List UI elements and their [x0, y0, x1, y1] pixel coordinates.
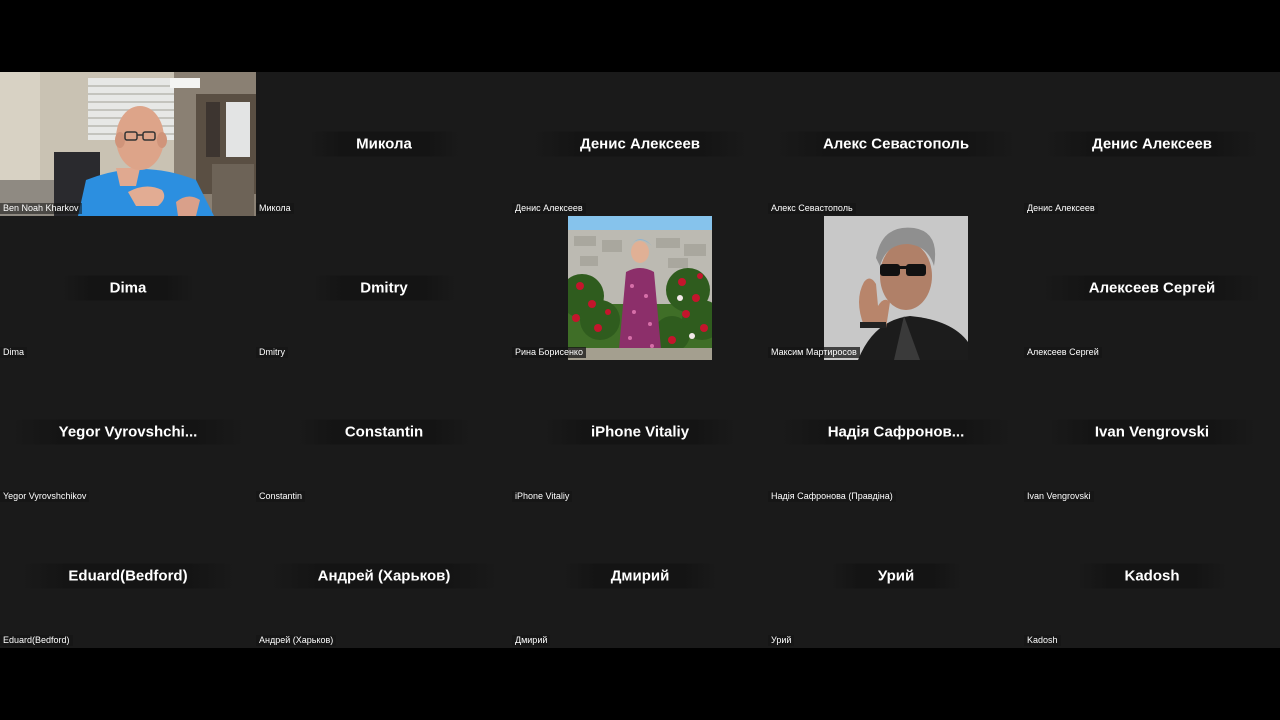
participant-tile-eduard-bedford[interactable]: Eduard(Bedford) Eduard(Bedford) [0, 504, 256, 648]
participant-tile-kadosh[interactable]: Kadosh Kadosh [1024, 504, 1280, 648]
participant-name-tag: Микола [256, 203, 294, 214]
participant-name-tag: Kadosh [1024, 635, 1061, 646]
participant-tile-dima[interactable]: Dima Dima [0, 216, 256, 360]
participant-name-tag: Рина Борисенко [512, 347, 586, 358]
participant-display-name: Алексеев Сергей [1040, 275, 1264, 301]
participant-name-tag: Yegor Vyrovshchikov [0, 491, 90, 502]
participant-name-tag: Eduard(Bedford) [0, 635, 73, 646]
participant-name-tag: Dmitry [256, 347, 288, 358]
participant-name-tag: Ben Noah Kharkov [0, 203, 82, 214]
participant-tile-yegor-vyrovshchikov[interactable]: Yegor Vyrovshchi... Yegor Vyrovshchikov [0, 360, 256, 504]
participant-display-name: Kadosh [1076, 563, 1228, 589]
participant-name-tag: Алексеев Сергей [1024, 347, 1102, 358]
participant-name-tag: Dima [0, 347, 28, 358]
participant-display-name: Eduard(Bedford) [20, 563, 236, 589]
participant-display-name: Алекс Севастополь [774, 131, 1018, 157]
participant-tile-aleks-sevastopol[interactable]: Алекс Севастополь Алекс Севастополь [768, 72, 1024, 216]
participant-tile-uriy[interactable]: Урий Урий [768, 504, 1024, 648]
participant-video [0, 72, 256, 216]
participant-display-name: Андрей (Харьков) [269, 563, 499, 589]
participant-tile-dmitry[interactable]: Dmitry Dmitry [256, 216, 512, 360]
participant-tile-denis-alekseev[interactable]: Денис Алексеев Денис Алексеев [512, 72, 768, 216]
participant-tile-ben-noah-kharkov[interactable]: Ben Noah Kharkov [0, 72, 256, 216]
video-gallery: Ben Noah Kharkov Микола Микола Денис Але… [0, 72, 1280, 648]
participant-tile-iphone-vitaliy[interactable]: iPhone Vitaliy iPhone Vitaliy [512, 360, 768, 504]
participant-name-tag: Урий [768, 635, 795, 646]
participant-display-name: Dima [61, 275, 195, 301]
participant-tile-andrey-kharkov[interactable]: Андрей (Харьков) Андрей (Харьков) [256, 504, 512, 648]
participant-display-name: Микола [308, 131, 460, 157]
participant-name-tag: Ivan Vengrovski [1024, 491, 1094, 502]
participant-display-name: Денис Алексеев [531, 131, 749, 157]
participant-display-name: Надія Сафронов... [779, 419, 1013, 445]
participant-tile-constantin[interactable]: Constantin Constantin [256, 360, 512, 504]
participant-tile-nadiia-safronova[interactable]: Надія Сафронов... Надія Сафронова (Правд… [768, 360, 1024, 504]
participant-name-tag: Constantin [256, 491, 306, 502]
participant-name-tag: Алекс Севастополь [768, 203, 856, 214]
participant-display-name: Dmitry [312, 275, 456, 301]
participant-name-tag: iPhone Vitaliy [512, 491, 573, 502]
participant-name-tag: Денис Алексеев [512, 203, 586, 214]
participant-display-name: Yegor Vyrovshchi... [10, 419, 246, 445]
participant-tile-dmiriy[interactable]: Дмирий Дмирий [512, 504, 768, 648]
participant-display-name: Ivan Vengrovski [1046, 419, 1258, 445]
participant-name-tag: Дмирий [512, 635, 551, 646]
participant-tile-alekseev-sergey[interactable]: Алексеев Сергей Алексеев Сергей [1024, 216, 1280, 360]
participant-tile-denis-alekseev-2[interactable]: Денис Алексеев Денис Алексеев [1024, 72, 1280, 216]
participant-name-tag: Денис Алексеев [1024, 203, 1098, 214]
participant-tile-maksim-martirosov[interactable]: Максим Мартиросов [768, 216, 1024, 360]
participant-name-tag: Максим Мартиросов [768, 347, 860, 358]
participant-display-name: Денис Алексеев [1043, 131, 1261, 157]
participant-display-name: Дмирий [562, 563, 718, 589]
profile-picture [824, 216, 968, 360]
participant-name-tag: Андрей (Харьков) [256, 635, 337, 646]
participant-display-name: Урий [829, 563, 963, 589]
participant-tile-rina-borisenko[interactable]: Рина Борисенко [512, 216, 768, 360]
profile-picture [568, 216, 712, 360]
participant-display-name: Constantin [296, 419, 472, 445]
participant-tile-ivan-vengrovski[interactable]: Ivan Vengrovski Ivan Vengrovski [1024, 360, 1280, 504]
participant-display-name: iPhone Vitaliy [542, 419, 738, 445]
participant-tile-mykola[interactable]: Микола Микола [256, 72, 512, 216]
participant-name-tag: Надія Сафронова (Правдіна) [768, 491, 896, 502]
